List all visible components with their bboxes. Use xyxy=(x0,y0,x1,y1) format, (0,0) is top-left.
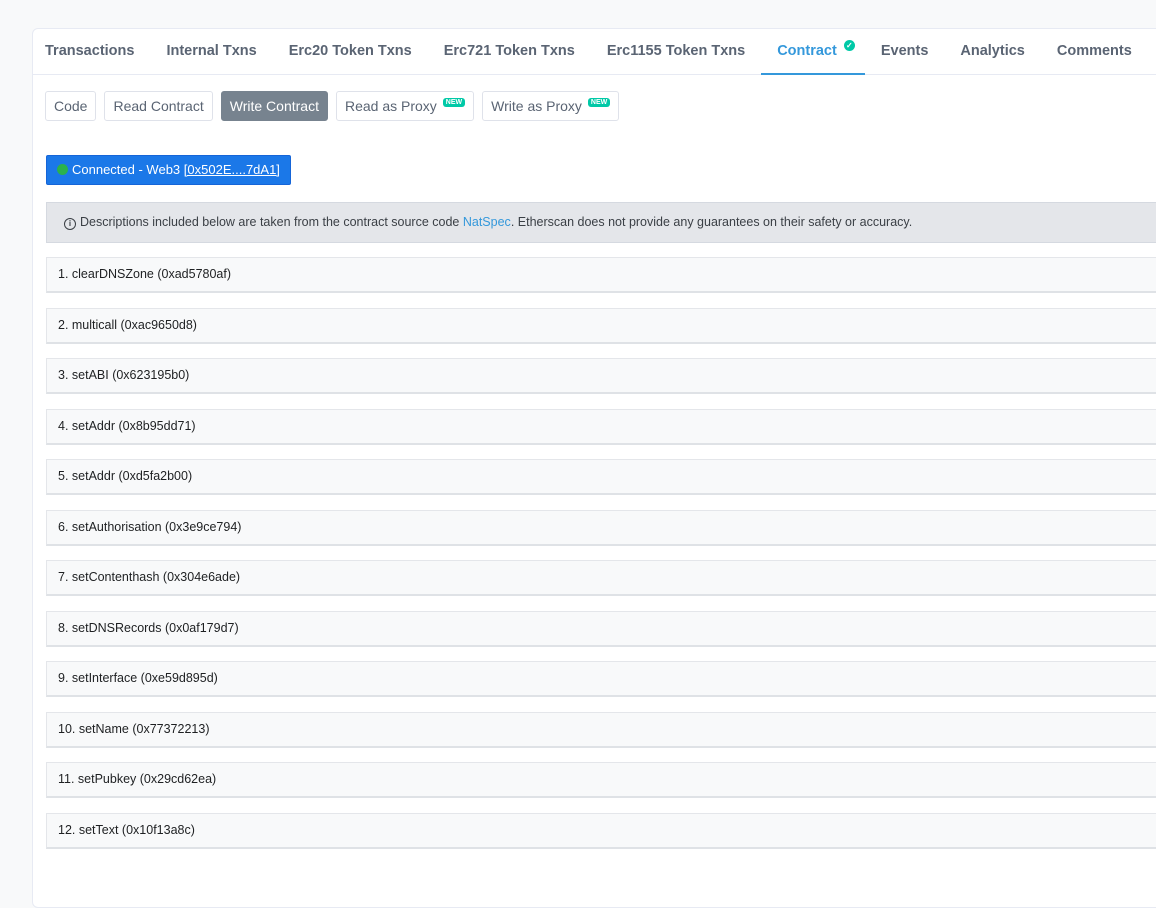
contract-card: Transactions Internal Txns Erc20 Token T… xyxy=(32,28,1156,908)
new-badge: NEW xyxy=(587,98,611,107)
function-row[interactable]: 12. setText (0x10f13a8c) xyxy=(46,812,1156,849)
function-row[interactable]: 8. setDNSRecords (0x0af179d7) xyxy=(46,610,1156,647)
subtab-write-as-proxy-label: Write as Proxy xyxy=(491,98,582,114)
function-row[interactable]: 9. setInterface (0xe59d895d) xyxy=(46,661,1156,697)
subtab-write-contract[interactable]: Write Contract xyxy=(220,91,328,121)
tab-transactions[interactable]: Transactions xyxy=(33,29,150,75)
subtab-read-as-proxy[interactable]: Read as Proxy NEW xyxy=(335,91,475,121)
tab-events[interactable]: Events xyxy=(865,29,945,75)
tab-erc1155-token-txns[interactable]: Erc1155 Token Txns xyxy=(591,29,761,75)
tab-comments[interactable]: Comments xyxy=(1041,29,1148,75)
connected-web3-button[interactable]: Connected - Web3 [0x502E....7dA1] xyxy=(46,155,291,185)
tab-analytics[interactable]: Analytics xyxy=(944,29,1040,75)
tab-internal-txns[interactable]: Internal Txns xyxy=(150,29,272,75)
connected-address-link[interactable]: [0x502E....7dA1] xyxy=(184,162,280,177)
function-row[interactable]: 7. setContenthash (0x304e6ade) xyxy=(46,560,1156,596)
tab-bar: Transactions Internal Txns Erc20 Token T… xyxy=(33,29,1156,75)
tab-contract-label: Contract xyxy=(777,43,837,59)
function-row[interactable]: 6. setAuthorisation (0x3e9ce794) xyxy=(46,509,1156,546)
natspec-link[interactable]: NatSpec xyxy=(463,215,511,229)
function-row[interactable]: 2. multicall (0xac9650d8) xyxy=(46,307,1156,344)
subtab-read-contract[interactable]: Read Contract xyxy=(104,91,213,121)
verified-check-icon: ✓ xyxy=(843,40,855,51)
write-functions-list: 1. clearDNSZone (0xad5780af) 2. multical… xyxy=(46,257,1156,863)
function-row[interactable]: 4. setAddr (0x8b95dd71) xyxy=(46,408,1156,445)
function-row[interactable]: 5. setAddr (0xd5fa2b00) xyxy=(46,459,1156,495)
notice-text-after: . Etherscan does not provide any guarant… xyxy=(510,215,913,229)
subtab-code[interactable]: Code xyxy=(45,91,97,121)
connection-text: Connected - Web3 xyxy=(72,162,181,177)
connection-status-dot-icon xyxy=(57,164,68,175)
tab-contract[interactable]: Contract ✓ xyxy=(761,29,865,75)
tab-erc721-token-txns[interactable]: Erc721 Token Txns xyxy=(428,29,591,75)
new-badge: NEW xyxy=(442,98,466,107)
natspec-notice: i Descriptions included below are taken f… xyxy=(46,202,1156,243)
function-row[interactable]: 1. clearDNSZone (0xad5780af) xyxy=(46,257,1156,293)
function-row[interactable]: 3. setABI (0x623195b0) xyxy=(46,358,1156,394)
info-icon: i xyxy=(64,218,76,230)
tab-erc20-token-txns[interactable]: Erc20 Token Txns xyxy=(273,29,428,75)
contract-subtabs: Code Read Contract Write Contract Read a… xyxy=(45,91,620,121)
subtab-write-as-proxy[interactable]: Write as Proxy NEW xyxy=(482,91,620,121)
function-row[interactable]: 11. setPubkey (0x29cd62ea) xyxy=(46,762,1156,798)
notice-text-before: Descriptions included below are taken fr… xyxy=(80,215,460,229)
function-row[interactable]: 10. setName (0x77372213) xyxy=(46,711,1156,748)
subtab-read-as-proxy-label: Read as Proxy xyxy=(344,98,437,114)
